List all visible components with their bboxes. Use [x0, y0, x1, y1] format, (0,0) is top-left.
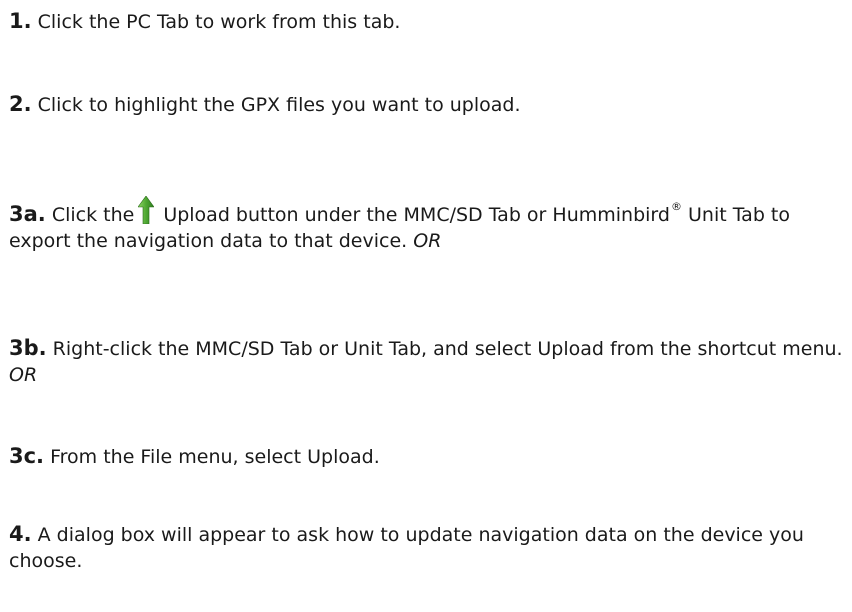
step-3c: 3c. From the File menu, select Upload.: [9, 443, 849, 470]
step-4: 4. A dialog box will appear to ask how t…: [9, 521, 849, 574]
step-text: Right-click the MMC/SD Tab or Unit Tab, …: [52, 338, 843, 360]
upload-arrow-icon: [138, 196, 155, 224]
step-number: 3c.: [9, 444, 45, 468]
step-number: 2.: [9, 92, 32, 116]
or-label: OR: [413, 230, 442, 252]
step-text: Click to highlight the GPX files you wan…: [37, 94, 521, 116]
step-number: 1.: [9, 9, 32, 33]
step-2: 2. Click to highlight the GPX files you …: [9, 91, 849, 118]
step-text: A dialog box will appear to ask how to u…: [9, 524, 804, 572]
step-text-before-icon: Click the: [51, 204, 135, 226]
step-3a: 3a. Click the Upload button under the MM…: [9, 196, 849, 254]
step-number: 4.: [9, 522, 32, 546]
step-text-after-icon: Upload button under the MMC/SD Tab or Hu…: [163, 204, 670, 226]
step-text: From the File menu, select Upload.: [50, 446, 380, 468]
registered-mark: ®: [670, 200, 682, 213]
step-text: Click the PC Tab to work from this tab.: [37, 11, 401, 33]
step-3b: 3b. Right-click the MMC/SD Tab or Unit T…: [9, 335, 849, 388]
step-1: 1. Click the PC Tab to work from this ta…: [9, 8, 849, 35]
step-number: 3a.: [9, 202, 46, 226]
or-label: OR: [9, 364, 38, 386]
step-number: 3b.: [9, 336, 47, 360]
